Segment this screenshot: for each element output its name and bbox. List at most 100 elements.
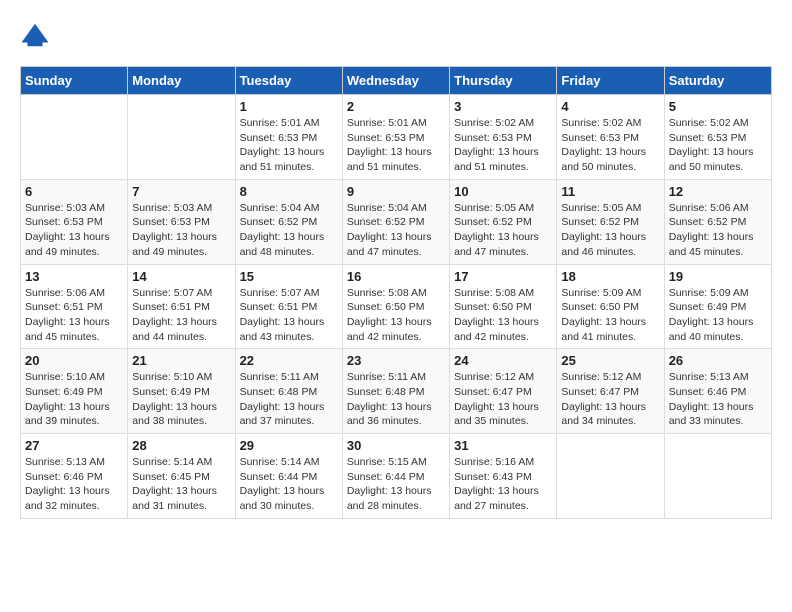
day-number: 17 — [454, 269, 552, 284]
day-info: Sunrise: 5:08 AM Sunset: 6:50 PM Dayligh… — [347, 286, 445, 345]
weekday-header: Monday — [128, 67, 235, 95]
calendar-week-row: 20 Sunrise: 5:10 AM Sunset: 6:49 PM Dayli… — [21, 349, 772, 434]
day-number: 26 — [669, 353, 767, 368]
day-number: 16 — [347, 269, 445, 284]
day-info: Sunrise: 5:13 AM Sunset: 6:46 PM Dayligh… — [25, 455, 123, 514]
day-number: 1 — [240, 99, 338, 114]
day-number: 12 — [669, 184, 767, 199]
day-number: 8 — [240, 184, 338, 199]
calendar-cell: 21 Sunrise: 5:10 AM Sunset: 6:49 PM Dayli… — [128, 349, 235, 434]
calendar-week-row: 1 Sunrise: 5:01 AM Sunset: 6:53 PM Daylig… — [21, 95, 772, 180]
calendar-week-row: 13 Sunrise: 5:06 AM Sunset: 6:51 PM Dayli… — [21, 264, 772, 349]
day-info: Sunrise: 5:09 AM Sunset: 6:50 PM Dayligh… — [561, 286, 659, 345]
weekday-header: Friday — [557, 67, 664, 95]
calendar-table: SundayMondayTuesdayWednesdayThursdayFrid… — [20, 66, 772, 519]
calendar-week-row: 27 Sunrise: 5:13 AM Sunset: 6:46 PM Dayli… — [21, 434, 772, 519]
calendar-cell: 13 Sunrise: 5:06 AM Sunset: 6:51 PM Dayli… — [21, 264, 128, 349]
day-number: 2 — [347, 99, 445, 114]
calendar-cell: 6 Sunrise: 5:03 AM Sunset: 6:53 PM Daylig… — [21, 179, 128, 264]
calendar-cell: 22Sunrise: 5:11 AM Sunset: 6:48 PM Dayli… — [235, 349, 342, 434]
day-number: 19 — [669, 269, 767, 284]
calendar-cell: 25 Sunrise: 5:12 AM Sunset: 6:47 PM Dayli… — [557, 349, 664, 434]
day-number: 15 — [240, 269, 338, 284]
calendar-cell: 8 Sunrise: 5:04 AM Sunset: 6:52 PM Daylig… — [235, 179, 342, 264]
calendar-cell: 16 Sunrise: 5:08 AM Sunset: 6:50 PM Dayli… — [342, 264, 449, 349]
day-info: Sunrise: 5:12 AM Sunset: 6:47 PM Dayligh… — [561, 370, 659, 429]
calendar-cell: 2Sunrise: 5:01 AM Sunset: 6:53 PM Daylig… — [342, 95, 449, 180]
day-number: 9 — [347, 184, 445, 199]
day-number: 11 — [561, 184, 659, 199]
day-number: 30 — [347, 438, 445, 453]
day-info: Sunrise: 5:07 AM Sunset: 6:51 PM Dayligh… — [240, 286, 338, 345]
calendar-cell: 11 Sunrise: 5:05 AM Sunset: 6:52 PM Dayli… — [557, 179, 664, 264]
day-number: 3 — [454, 99, 552, 114]
day-info: Sunrise: 5:14 AM Sunset: 6:45 PM Dayligh… — [132, 455, 230, 514]
day-number: 23 — [347, 353, 445, 368]
day-number: 21 — [132, 353, 230, 368]
day-info: Sunrise: 5:16 AM Sunset: 6:43 PM Dayligh… — [454, 455, 552, 514]
day-info: Sunrise: 5:06 AM Sunset: 6:51 PM Dayligh… — [25, 286, 123, 345]
calendar-cell — [557, 434, 664, 519]
calendar-cell: 31Sunrise: 5:16 AM Sunset: 6:43 PM Dayli… — [450, 434, 557, 519]
calendar-cell: 24Sunrise: 5:12 AM Sunset: 6:47 PM Dayli… — [450, 349, 557, 434]
calendar-cell: 18 Sunrise: 5:09 AM Sunset: 6:50 PM Dayli… — [557, 264, 664, 349]
day-info: Sunrise: 5:12 AM Sunset: 6:47 PM Dayligh… — [454, 370, 552, 429]
day-number: 7 — [132, 184, 230, 199]
calendar-cell: 10Sunrise: 5:05 AM Sunset: 6:52 PM Dayli… — [450, 179, 557, 264]
day-info: Sunrise: 5:03 AM Sunset: 6:53 PM Dayligh… — [132, 201, 230, 260]
day-number: 27 — [25, 438, 123, 453]
calendar-cell: 26 Sunrise: 5:13 AM Sunset: 6:46 PM Dayli… — [664, 349, 771, 434]
weekday-header: Tuesday — [235, 67, 342, 95]
calendar-cell: 27 Sunrise: 5:13 AM Sunset: 6:46 PM Dayli… — [21, 434, 128, 519]
weekday-header: Wednesday — [342, 67, 449, 95]
calendar-cell: 5 Sunrise: 5:02 AM Sunset: 6:53 PM Daylig… — [664, 95, 771, 180]
day-info: Sunrise: 5:02 AM Sunset: 6:53 PM Dayligh… — [454, 116, 552, 175]
day-info: Sunrise: 5:10 AM Sunset: 6:49 PM Dayligh… — [132, 370, 230, 429]
day-info: Sunrise: 5:08 AM Sunset: 6:50 PM Dayligh… — [454, 286, 552, 345]
calendar-cell: 7 Sunrise: 5:03 AM Sunset: 6:53 PM Daylig… — [128, 179, 235, 264]
day-number: 14 — [132, 269, 230, 284]
day-info: Sunrise: 5:14 AM Sunset: 6:44 PM Dayligh… — [240, 455, 338, 514]
calendar-cell: 23Sunrise: 5:11 AM Sunset: 6:48 PM Dayli… — [342, 349, 449, 434]
calendar-cell — [664, 434, 771, 519]
day-info: Sunrise: 5:05 AM Sunset: 6:52 PM Dayligh… — [454, 201, 552, 260]
day-info: Sunrise: 5:04 AM Sunset: 6:52 PM Dayligh… — [240, 201, 338, 260]
day-info: Sunrise: 5:04 AM Sunset: 6:52 PM Dayligh… — [347, 201, 445, 260]
calendar-cell: 3 Sunrise: 5:02 AM Sunset: 6:53 PM Daylig… — [450, 95, 557, 180]
day-number: 4 — [561, 99, 659, 114]
day-number: 5 — [669, 99, 767, 114]
day-number: 22 — [240, 353, 338, 368]
weekday-header: Thursday — [450, 67, 557, 95]
day-info: Sunrise: 5:02 AM Sunset: 6:53 PM Dayligh… — [669, 116, 767, 175]
calendar-cell — [21, 95, 128, 180]
calendar-cell: 14 Sunrise: 5:07 AM Sunset: 6:51 PM Dayli… — [128, 264, 235, 349]
day-number: 6 — [25, 184, 123, 199]
day-info: Sunrise: 5:09 AM Sunset: 6:49 PM Dayligh… — [669, 286, 767, 345]
day-info: Sunrise: 5:13 AM Sunset: 6:46 PM Dayligh… — [669, 370, 767, 429]
day-number: 18 — [561, 269, 659, 284]
calendar-cell: 30 Sunrise: 5:15 AM Sunset: 6:44 PM Dayli… — [342, 434, 449, 519]
calendar-cell: 19 Sunrise: 5:09 AM Sunset: 6:49 PM Dayli… — [664, 264, 771, 349]
calendar-cell: 1 Sunrise: 5:01 AM Sunset: 6:53 PM Daylig… — [235, 95, 342, 180]
day-info: Sunrise: 5:07 AM Sunset: 6:51 PM Dayligh… — [132, 286, 230, 345]
day-info: Sunrise: 5:05 AM Sunset: 6:52 PM Dayligh… — [561, 201, 659, 260]
calendar-cell: 29Sunrise: 5:14 AM Sunset: 6:44 PM Dayli… — [235, 434, 342, 519]
day-number: 13 — [25, 269, 123, 284]
day-info: Sunrise: 5:15 AM Sunset: 6:44 PM Dayligh… — [347, 455, 445, 514]
calendar-cell: 20 Sunrise: 5:10 AM Sunset: 6:49 PM Dayli… — [21, 349, 128, 434]
day-number: 20 — [25, 353, 123, 368]
weekday-header: Sunday — [21, 67, 128, 95]
weekday-header-row: SundayMondayTuesdayWednesdayThursdayFrid… — [21, 67, 772, 95]
weekday-header: Saturday — [664, 67, 771, 95]
day-info: Sunrise: 5:03 AM Sunset: 6:53 PM Dayligh… — [25, 201, 123, 260]
logo — [20, 20, 54, 50]
day-info: Sunrise: 5:01 AM Sunset: 6:53 PM Dayligh… — [240, 116, 338, 175]
calendar-cell: 9 Sunrise: 5:04 AM Sunset: 6:52 PM Daylig… — [342, 179, 449, 264]
day-info: Sunrise: 5:10 AM Sunset: 6:49 PM Dayligh… — [25, 370, 123, 429]
day-info: Sunrise: 5:02 AM Sunset: 6:53 PM Dayligh… — [561, 116, 659, 175]
day-number: 25 — [561, 353, 659, 368]
calendar-week-row: 6 Sunrise: 5:03 AM Sunset: 6:53 PM Daylig… — [21, 179, 772, 264]
logo-icon — [20, 20, 50, 50]
day-number: 28 — [132, 438, 230, 453]
calendar-cell: 28 Sunrise: 5:14 AM Sunset: 6:45 PM Dayli… — [128, 434, 235, 519]
